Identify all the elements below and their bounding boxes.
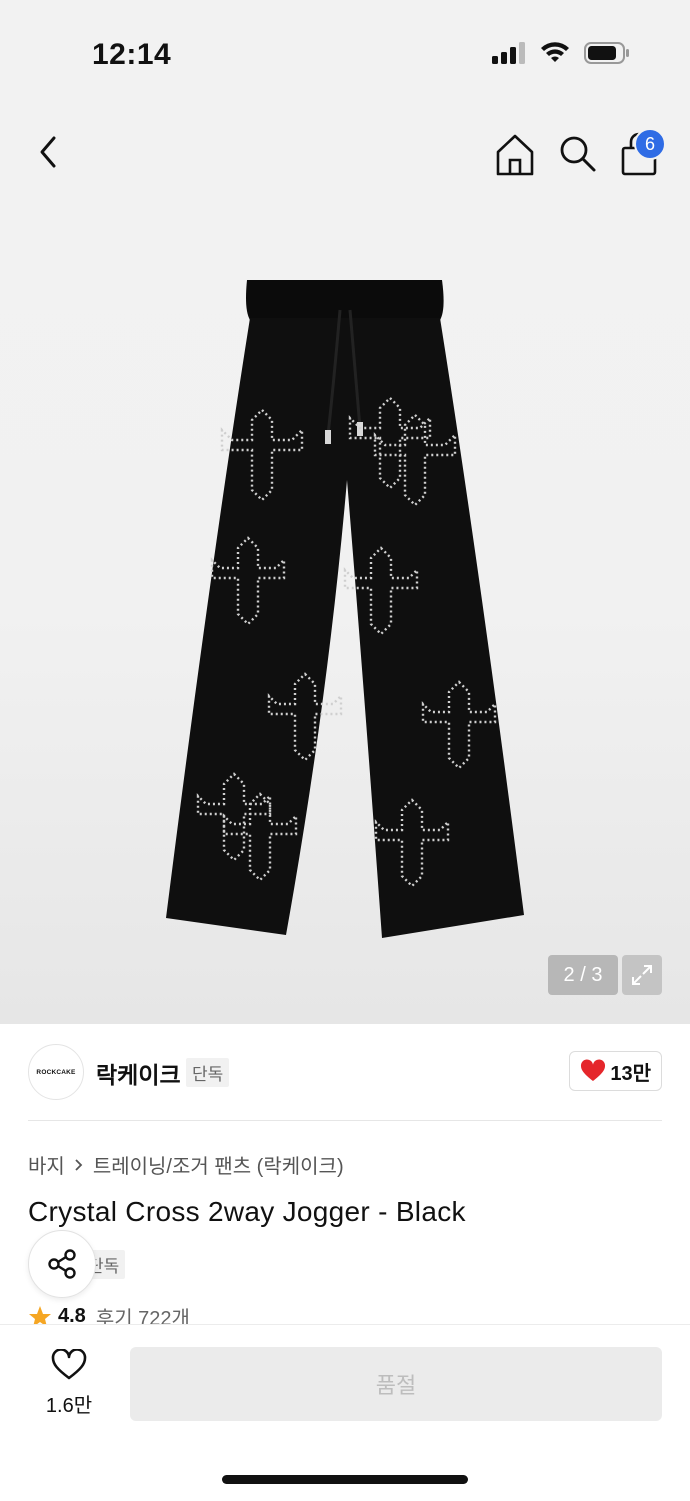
product-image (166, 280, 524, 938)
battery-icon (584, 42, 629, 64)
expand-button[interactable] (622, 955, 662, 995)
soldout-button[interactable]: 품절 (130, 1347, 662, 1421)
share-button[interactable] (28, 1230, 96, 1298)
breadcrumb-category[interactable]: 바지 (28, 1150, 65, 1179)
brand-like-count: 13만 (610, 1062, 651, 1085)
signal-icon (492, 42, 525, 64)
heart-outline-icon (51, 1348, 87, 1380)
heart-filled-icon (581, 1059, 606, 1081)
status-icons (492, 42, 630, 64)
brand-name[interactable]: 락케이크 (96, 1056, 181, 1090)
search-icon[interactable] (556, 130, 598, 178)
brand-logo[interactable]: ROCKCAKE (28, 1044, 84, 1100)
expand-icon (632, 965, 652, 985)
chevron-right-icon (75, 1158, 83, 1171)
status-time: 12:14 (92, 38, 172, 71)
image-counter: 2 / 3 (548, 955, 618, 995)
breadcrumb: 바지 트레이닝/조거 팬츠 (락케이크) (28, 1150, 344, 1179)
wishlist-button[interactable]: 1.6만 (34, 1348, 104, 1419)
wifi-icon (541, 42, 569, 62)
exclusive-tag: 단독 (186, 1058, 230, 1087)
home-indicator (222, 1475, 468, 1484)
brand-row[interactable]: ROCKCAKE 락케이크 단독 13만 (28, 1044, 662, 1100)
product-title: Crystal Cross 2way Jogger - Black (28, 1196, 466, 1227)
share-icon (48, 1249, 76, 1279)
home-icon[interactable] (494, 130, 536, 178)
back-icon[interactable] (30, 130, 70, 174)
breadcrumb-subcategory[interactable]: 트레이닝/조거 팬츠 (락케이크) (93, 1150, 344, 1179)
brand-like-button[interactable]: 13만 (569, 1051, 662, 1091)
wishlist-count: 1.6만 (45, 1395, 93, 1417)
cart-count-badge: 6 (634, 128, 666, 160)
bottom-action-bar: 1.6만 품절 (0, 1324, 690, 1501)
top-nav (0, 110, 690, 194)
divider (28, 1120, 662, 1121)
